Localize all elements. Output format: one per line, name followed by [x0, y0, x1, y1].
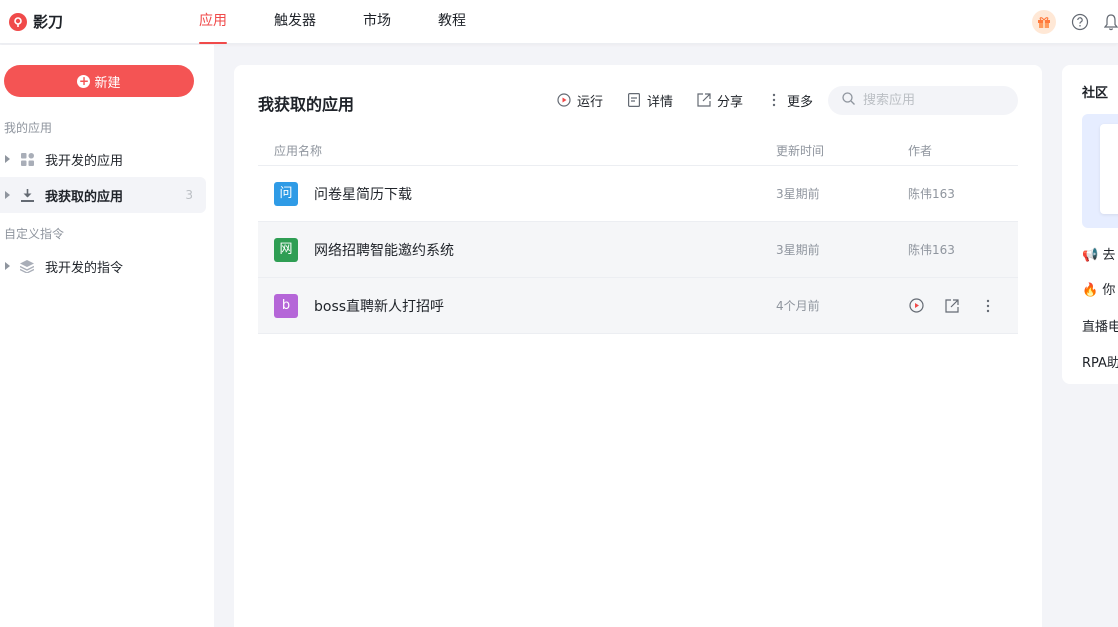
- share-label: 分享: [717, 94, 744, 110]
- search-box[interactable]: [828, 86, 1018, 115]
- community-title: 社区: [1082, 86, 1109, 101]
- download-icon: [20, 188, 34, 202]
- app-author: 陈伟163: [908, 243, 955, 257]
- app-name: 网络招聘智能邀约系统: [314, 242, 454, 259]
- layers-icon: [20, 259, 34, 273]
- row-run-icon[interactable]: [908, 298, 924, 314]
- community-item[interactable]: 📢 去: [1082, 244, 1115, 263]
- brand[interactable]: 影刀: [9, 11, 63, 32]
- sidebar-item-label: 我开发的应用: [45, 153, 124, 169]
- table-row[interactable]: 网 网络招聘智能邀约系统 3星期前 陈伟163: [258, 222, 1018, 278]
- page-title: 我获取的应用: [258, 95, 355, 114]
- column-header-author: 作者: [908, 144, 933, 158]
- top-bar: 影刀 应用 触发器 市场 教程: [0, 0, 1118, 44]
- plus-icon: +: [77, 73, 91, 88]
- help-icon[interactable]: [1071, 13, 1089, 31]
- main-panel: 我获取的应用 运行 详情 分享 更多 搜索应用 应用名称 更新时间 作者 问 问…: [234, 65, 1042, 627]
- search-icon: [842, 92, 855, 109]
- sidebar: + 新建 我的应用 我开发的应用 我获取的应用 3 自定义指令 我开发的指令: [0, 45, 214, 627]
- app-icon: b: [274, 294, 298, 318]
- run-label: 运行: [577, 94, 604, 110]
- top-icons: [1032, 10, 1118, 34]
- app-author: 陈伟163: [908, 187, 955, 201]
- caret-right-icon[interactable]: [5, 191, 10, 199]
- caret-right-icon[interactable]: [5, 262, 10, 270]
- play-circle-icon: [557, 93, 571, 107]
- apps-table: 应用名称 更新时间 作者 问 问卷星简历下载 3星期前 陈伟163 网 网络招聘…: [258, 138, 1018, 334]
- community-item[interactable]: 🔥 你: [1082, 279, 1115, 298]
- more-vertical-icon: [767, 93, 781, 107]
- new-button-label: 新建: [94, 75, 121, 91]
- notification-bell-icon[interactable]: [1103, 13, 1118, 31]
- row-more-icon[interactable]: [980, 298, 996, 314]
- column-header-updated: 更新时间: [776, 144, 825, 158]
- app-updated: 3星期前: [776, 243, 820, 257]
- sidebar-item-label: 我开发的指令: [45, 260, 124, 276]
- nav-tab-triggers[interactable]: 触发器: [274, 0, 316, 44]
- app-updated: 3星期前: [776, 187, 820, 201]
- community-item[interactable]: RPA助: [1082, 352, 1118, 371]
- sidebar-group-my-apps: 我的应用: [4, 121, 53, 135]
- run-button[interactable]: 运行: [557, 91, 603, 110]
- toolbar: 运行 详情 分享 更多: [557, 90, 837, 110]
- caret-right-icon[interactable]: [5, 155, 10, 163]
- main-nav: 应用 触发器 市场 教程: [199, 0, 513, 44]
- row-share-icon[interactable]: [944, 298, 960, 314]
- sidebar-item-developed-apps[interactable]: 我开发的应用: [0, 141, 206, 177]
- details-label: 详情: [647, 94, 674, 110]
- sidebar-group-custom-commands: 自定义指令: [4, 227, 65, 241]
- more-label: 更多: [787, 94, 814, 110]
- banner-card: [1100, 124, 1118, 214]
- new-button[interactable]: + 新建: [4, 65, 194, 97]
- gift-icon[interactable]: [1032, 10, 1056, 34]
- column-header-name: 应用名称: [274, 144, 323, 158]
- share-external-icon: [697, 93, 711, 107]
- sidebar-item-count: 3: [185, 188, 193, 202]
- row-actions: [908, 298, 1016, 314]
- nav-tab-tutorials[interactable]: 教程: [438, 0, 466, 44]
- nav-tab-market[interactable]: 市场: [363, 0, 391, 44]
- app-icon: 网: [274, 238, 298, 262]
- table-row[interactable]: 问 问卷星简历下载 3星期前 陈伟163: [258, 166, 1018, 222]
- community-item[interactable]: 直播电: [1082, 316, 1118, 335]
- details-button[interactable]: 详情: [627, 91, 673, 110]
- app-updated: 4个月前: [776, 299, 820, 313]
- community-banner[interactable]: [1082, 114, 1118, 228]
- search-input[interactable]: [863, 93, 1003, 108]
- share-button[interactable]: 分享: [697, 91, 743, 110]
- app-icon: 问: [274, 182, 298, 206]
- sidebar-item-developed-commands[interactable]: 我开发的指令: [0, 248, 206, 284]
- grid-icon: [20, 152, 34, 166]
- more-button[interactable]: 更多: [767, 91, 813, 110]
- brand-logo-icon: [9, 12, 27, 31]
- app-name: boss直聘新人打招呼: [314, 298, 445, 315]
- nav-tab-apps[interactable]: 应用: [199, 0, 227, 44]
- sidebar-item-obtained-apps[interactable]: 我获取的应用 3: [0, 177, 206, 213]
- table-header: 应用名称 更新时间 作者: [258, 138, 1018, 166]
- sidebar-item-label: 我获取的应用: [45, 189, 124, 205]
- table-row-hovered[interactable]: b boss直聘新人打招呼 4个月前: [258, 278, 1018, 334]
- community-panel: 社区 📢 去 🔥 你 直播电 RPA助: [1062, 65, 1118, 384]
- document-icon: [627, 93, 641, 107]
- brand-name: 影刀: [33, 13, 64, 31]
- app-name: 问卷星简历下载: [314, 186, 412, 203]
